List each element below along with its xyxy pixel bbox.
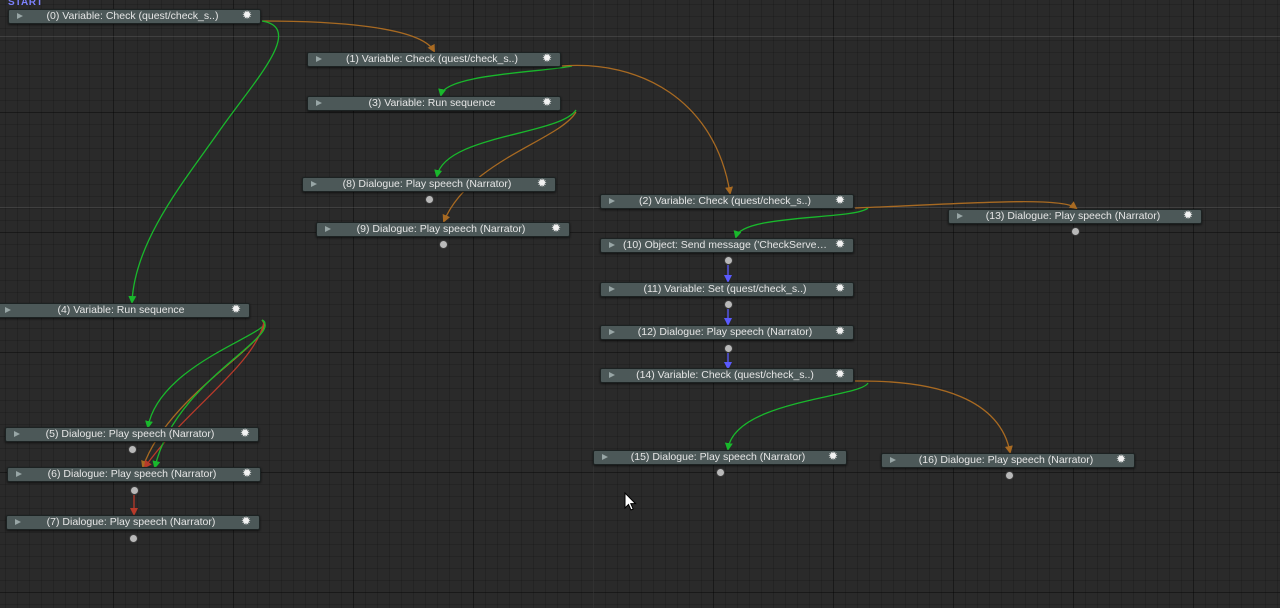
play-icon[interactable] [14, 431, 20, 437]
node-label: (16) Dialogue: Play speech (Narrator) [918, 454, 1094, 466]
output-port[interactable] [426, 196, 433, 203]
node-1[interactable]: (1) Variable: Check (quest/check_s..) ✹ [307, 52, 561, 67]
node-label: (14) Variable: Check (quest/check_s..) [636, 369, 814, 381]
play-icon[interactable] [609, 372, 615, 378]
graph-canvas[interactable]: START (0) Variable: Check (quest/check_s… [0, 0, 1280, 608]
node-3[interactable]: (3) Variable: Run sequence ✹ [307, 96, 561, 111]
play-icon[interactable] [602, 454, 608, 460]
node-15[interactable]: (15) Dialogue: Play speech (Narrator) ✹ [593, 450, 847, 465]
gear-icon[interactable]: ✹ [835, 282, 845, 295]
node-label: (0) Variable: Check (quest/check_s..) [46, 10, 219, 22]
gear-icon[interactable]: ✹ [240, 427, 250, 440]
start-label: START [8, 0, 44, 8]
wire-1-to-3 [438, 65, 573, 97]
node-label: (9) Dialogue: Play speech (Narrator) [356, 223, 526, 235]
gear-icon[interactable]: ✹ [835, 238, 845, 251]
gear-icon[interactable]: ✹ [242, 467, 252, 480]
play-icon[interactable] [5, 307, 11, 313]
play-icon[interactable] [311, 181, 317, 187]
node-label: (5) Dialogue: Play speech (Narrator) [45, 428, 215, 440]
play-icon[interactable] [890, 457, 896, 463]
gear-icon[interactable]: ✹ [1183, 209, 1193, 222]
mouse-cursor-icon [624, 492, 637, 511]
node-10[interactable]: (10) Object: Send message ('CheckServerR… [600, 238, 854, 253]
gear-icon[interactable]: ✹ [241, 515, 251, 528]
node-11[interactable]: (11) Variable: Set (quest/check_s..) ✹ [600, 282, 854, 297]
play-icon[interactable] [17, 13, 23, 19]
wire-14-to-15 [724, 382, 869, 451]
node-16[interactable]: (16) Dialogue: Play speech (Narrator) ✹ [881, 453, 1135, 468]
node-label: (7) Dialogue: Play speech (Narrator) [46, 516, 216, 528]
output-port[interactable] [717, 469, 724, 476]
play-icon[interactable] [609, 242, 615, 248]
node-14[interactable]: (14) Variable: Check (quest/check_s..) ✹ [600, 368, 854, 383]
node-label: (4) Variable: Run sequence [57, 304, 185, 316]
gear-icon[interactable]: ✹ [835, 325, 845, 338]
node-6[interactable]: (6) Dialogue: Play speech (Narrator) ✹ [7, 467, 261, 482]
node-label: (3) Variable: Run sequence [368, 97, 496, 109]
output-port[interactable] [131, 487, 138, 494]
node-12[interactable]: (12) Dialogue: Play speech (Narrator) ✹ [600, 325, 854, 340]
node-label: (10) Object: Send message ('CheckServerR… [623, 239, 827, 251]
play-icon[interactable] [15, 519, 21, 525]
gear-icon[interactable]: ✹ [542, 52, 552, 65]
play-icon[interactable] [609, 286, 615, 292]
play-icon[interactable] [316, 56, 322, 62]
wire-4-to-6-b [143, 321, 265, 469]
node-4[interactable]: (4) Variable: Run sequence ✹ [0, 303, 250, 318]
gear-icon[interactable]: ✹ [1116, 453, 1126, 466]
node-9[interactable]: (9) Dialogue: Play speech (Narrator) ✹ [316, 222, 570, 237]
play-icon[interactable] [16, 471, 22, 477]
node-2[interactable]: (2) Variable: Check (quest/check_s..) ✹ [600, 194, 854, 209]
output-port[interactable] [1006, 472, 1013, 479]
grid-line [593, 0, 594, 608]
wire-4-to-5 [145, 319, 266, 429]
wire-0-to-4 [128, 20, 280, 304]
wire-4-to-6-c [152, 319, 266, 469]
node-13[interactable]: (13) Dialogue: Play speech (Narrator) ✹ [948, 209, 1202, 224]
gear-icon[interactable]: ✹ [835, 368, 845, 381]
play-icon[interactable] [957, 213, 963, 219]
grid-line [0, 36, 1280, 37]
gear-icon[interactable]: ✹ [835, 194, 845, 207]
gear-icon[interactable]: ✹ [537, 177, 547, 190]
node-7[interactable]: (7) Dialogue: Play speech (Narrator) ✹ [6, 515, 260, 530]
output-port[interactable] [440, 241, 447, 248]
gear-icon[interactable]: ✹ [231, 303, 241, 316]
node-label: (13) Dialogue: Play speech (Narrator) [985, 210, 1161, 222]
node-0[interactable]: (0) Variable: Check (quest/check_s..) ✹ [8, 9, 261, 24]
output-port[interactable] [725, 345, 732, 352]
node-label: (8) Dialogue: Play speech (Narrator) [342, 178, 512, 190]
node-label: (2) Variable: Check (quest/check_s..) [639, 195, 811, 207]
gear-icon[interactable]: ✹ [828, 450, 838, 463]
gear-icon[interactable]: ✹ [542, 96, 552, 109]
wire-3-to-9 [442, 111, 577, 223]
play-icon[interactable] [609, 198, 615, 204]
wire-3-to-8 [434, 109, 577, 178]
node-label: (12) Dialogue: Play speech (Narrator) [637, 326, 813, 338]
output-port[interactable] [725, 257, 732, 264]
output-port[interactable] [1072, 228, 1079, 235]
node-5[interactable]: (5) Dialogue: Play speech (Narrator) ✹ [5, 427, 259, 442]
output-port[interactable] [725, 301, 732, 308]
play-icon[interactable] [609, 329, 615, 335]
play-icon[interactable] [316, 100, 322, 106]
wire-4-to-6-a [141, 319, 265, 469]
output-port[interactable] [129, 446, 136, 453]
node-8[interactable]: (8) Dialogue: Play speech (Narrator) ✹ [302, 177, 556, 192]
wire-1-to-2 [561, 64, 733, 195]
node-label: (11) Variable: Set (quest/check_s..) [643, 283, 807, 295]
node-label: (15) Dialogue: Play speech (Narrator) [630, 451, 806, 463]
node-label: (6) Dialogue: Play speech (Narrator) [47, 468, 217, 480]
wire-2-to-10 [733, 207, 869, 239]
wire-14-to-16 [854, 380, 1013, 454]
play-icon[interactable] [325, 226, 331, 232]
gear-icon[interactable]: ✹ [551, 222, 561, 235]
node-label: (1) Variable: Check (quest/check_s..) [346, 53, 518, 65]
output-port[interactable] [130, 535, 137, 542]
gear-icon[interactable]: ✹ [242, 9, 252, 22]
